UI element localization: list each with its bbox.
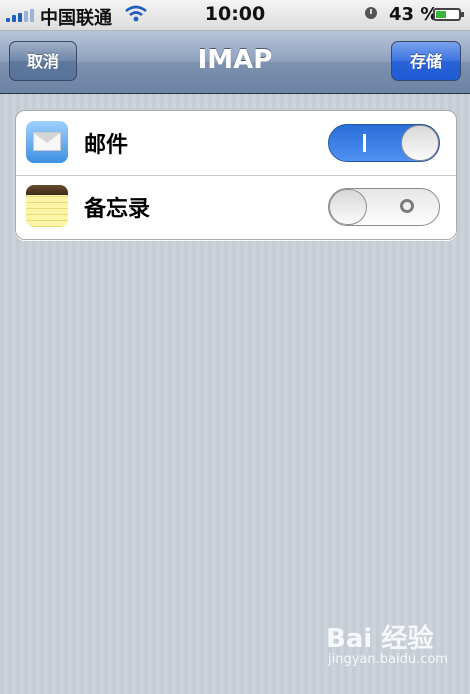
save-button[interactable]: 存储 — [391, 41, 461, 81]
notes-icon — [26, 185, 68, 227]
off-indicator-icon — [400, 199, 414, 213]
settings-row-notes[interactable]: 备忘录 — [16, 175, 456, 239]
settings-row-mail[interactable]: 邮件 — [16, 111, 456, 176]
status-bar: 中国联通 10:00 43 % — [0, 0, 470, 31]
watermark-url: jingyan.baidu.com — [328, 652, 448, 667]
settings-content: 邮件 备忘录 — [0, 94, 470, 694]
watermark-brand: Bai 经验 — [326, 624, 434, 654]
switch-knob[interactable] — [329, 189, 367, 225]
settings-group: 邮件 备忘录 — [15, 110, 457, 240]
baidu-jingyan-watermark: Bai 经验 jingyan.baidu.com — [326, 614, 466, 676]
battery-icon — [433, 8, 464, 21]
on-indicator-icon — [363, 134, 366, 152]
mail-toggle-switch[interactable] — [328, 124, 440, 162]
switch-knob[interactable] — [401, 125, 439, 161]
settings-row-label: 备忘录 — [84, 197, 151, 222]
mail-icon — [26, 121, 68, 163]
battery-percent: 43 % — [389, 4, 439, 25]
notes-toggle-switch[interactable] — [328, 188, 440, 226]
settings-row-label: 邮件 — [84, 133, 129, 158]
alarm-clock-icon — [365, 7, 377, 19]
navigation-bar: 取消 IMAP 存储 — [0, 31, 470, 94]
